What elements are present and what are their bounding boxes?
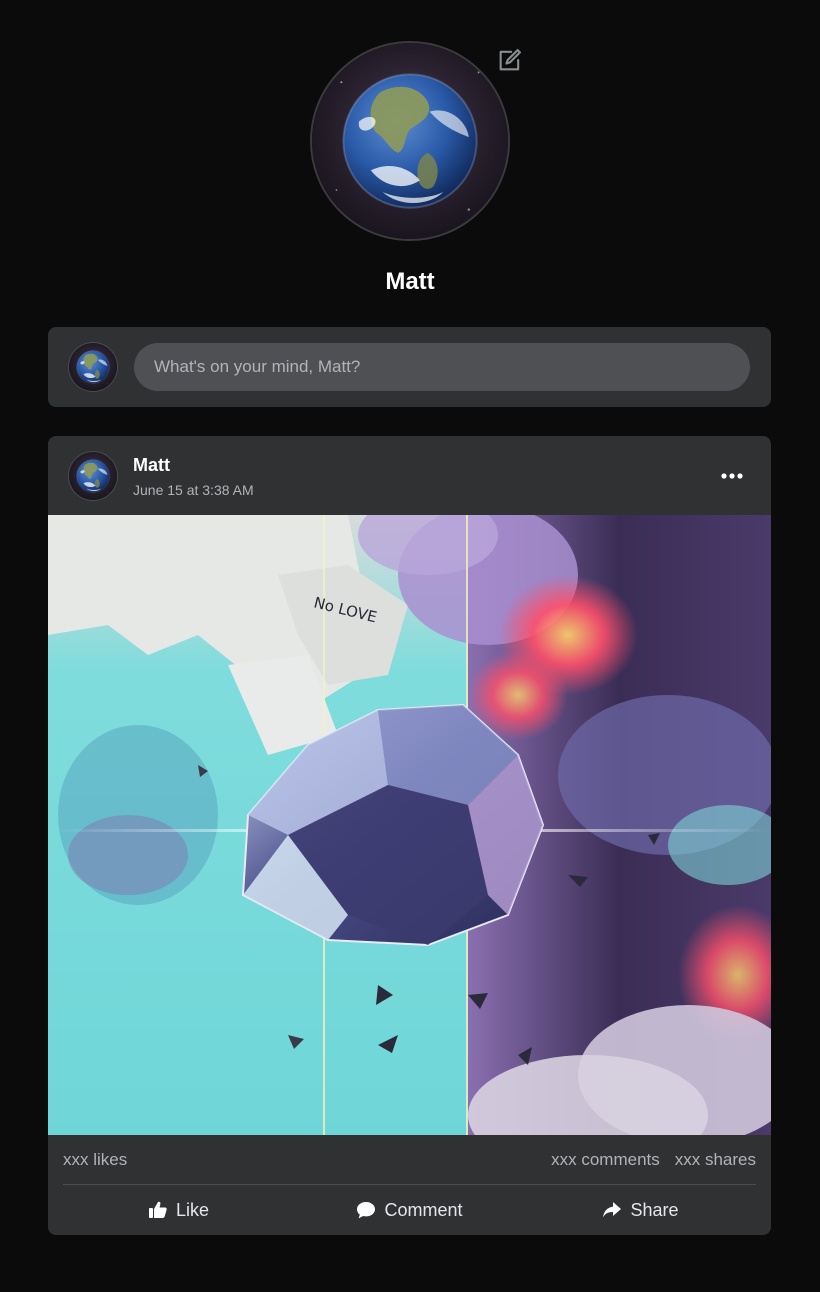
crystal-artwork-image: No LOVE [48,515,771,1135]
comments-count[interactable]: xxx comments [551,1150,660,1170]
post-composer: What's on your mind, Matt? [48,327,771,407]
edit-profile-button[interactable] [494,44,526,76]
profile-picture[interactable] [310,41,510,241]
earth-globe-image [312,43,508,239]
post-actions: Like Comment Share [63,1188,756,1232]
post-stats-right: xxx comments xxx shares [551,1150,756,1170]
post-author-avatar[interactable] [68,451,118,501]
comment-bubble-icon [357,1202,376,1219]
like-button[interactable]: Like [63,1188,294,1232]
earth-globe-image [69,452,117,500]
post-image[interactable]: No LOVE [48,515,771,1135]
post-card: Matt June 15 at 3:38 AM No LOVE xxx like… [48,436,771,1235]
shares-count[interactable]: xxx shares [675,1150,756,1170]
share-arrow-icon [603,1202,622,1218]
share-label: Share [630,1199,679,1220]
like-label: Like [175,1199,210,1220]
composer-placeholder: What's on your mind, Matt? [154,357,361,376]
comment-label: Comment [384,1199,463,1220]
post-options-button[interactable] [716,462,748,490]
profile-name: Matt [385,268,435,295]
action-divider [63,1184,756,1185]
composer-avatar[interactable] [68,342,118,392]
post-timestamp[interactable]: June 15 at 3:38 AM [133,482,254,498]
post-stats: xxx likes xxx comments xxx shares [63,1150,756,1172]
composer-input[interactable]: What's on your mind, Matt? [134,343,750,391]
comment-button[interactable]: Comment [294,1188,525,1232]
profile-page: Matt What's on your mind, Matt? Matt Jun… [0,0,820,1292]
likes-count[interactable]: xxx likes [63,1150,127,1170]
share-button[interactable]: Share [525,1188,756,1232]
edit-icon [499,49,521,71]
thumbs-up-icon [148,1201,167,1218]
more-options-icon [721,473,743,479]
post-author-name[interactable]: Matt [133,455,170,476]
earth-globe-image [69,343,117,391]
